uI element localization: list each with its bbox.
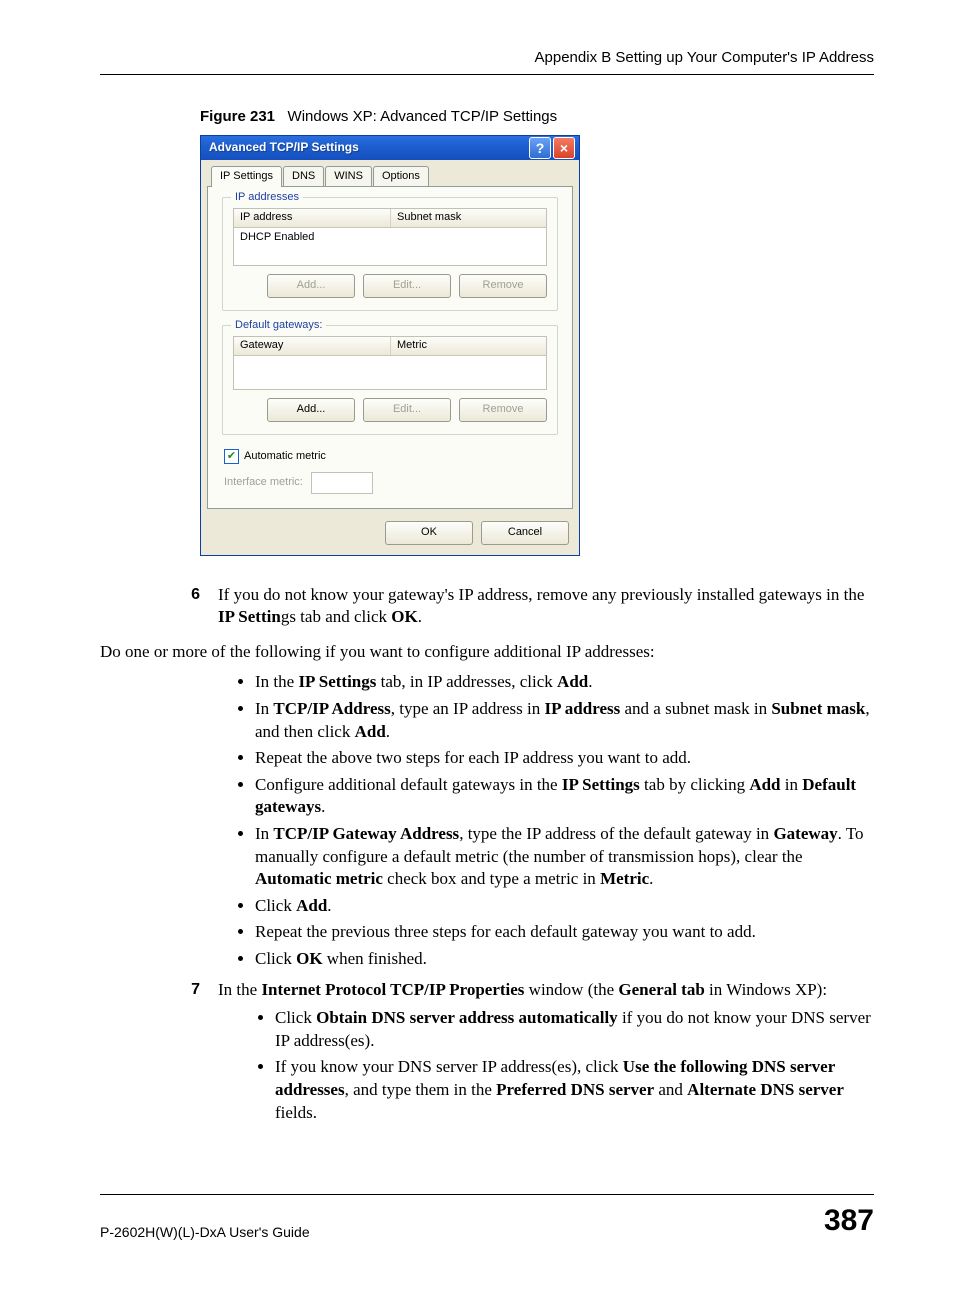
- ip-listbox[interactable]: IP address Subnet mask DHCP Enabled: [233, 208, 547, 266]
- footer-page-number: 387: [824, 1201, 874, 1241]
- tab-options[interactable]: Options: [373, 166, 429, 186]
- col-metric[interactable]: Metric: [391, 338, 546, 353]
- list-item: In TCP/IP Gateway Address, type the IP a…: [255, 823, 874, 891]
- col-ip-address[interactable]: IP address: [234, 209, 391, 227]
- figure-caption: Figure 231 Windows XP: Advanced TCP/IP S…: [200, 107, 874, 127]
- list-item: If you know your DNS server IP address(e…: [275, 1056, 874, 1124]
- ip-add-button[interactable]: Add...: [267, 274, 355, 298]
- bullet-list-2: Click Obtain DNS server address automati…: [100, 1007, 874, 1124]
- dialog-titlebar[interactable]: Advanced TCP/IP Settings ? ×: [201, 136, 579, 160]
- list-item: Click Obtain DNS server address automati…: [275, 1007, 874, 1052]
- page-footer: P-2602H(W)(L)-DxA User's Guide 387: [100, 1194, 874, 1241]
- gw-edit-button[interactable]: Edit...: [363, 398, 451, 422]
- list-item: Repeat the above two steps for each IP a…: [255, 747, 874, 770]
- help-icon[interactable]: ?: [529, 137, 551, 159]
- ip-edit-button[interactable]: Edit...: [363, 274, 451, 298]
- group-legend-ip: IP addresses: [231, 190, 303, 205]
- figure-number: Figure 231: [200, 108, 275, 125]
- group-ip-addresses: IP addresses IP address Subnet mask DHCP…: [222, 197, 558, 311]
- gw-add-button[interactable]: Add...: [267, 398, 355, 422]
- list-item: Repeat the previous three steps for each…: [255, 921, 874, 944]
- bullet-list-1: In the IP Settings tab, in IP addresses,…: [100, 671, 874, 970]
- step-number-6: 6: [100, 584, 218, 629]
- tab-ip-settings[interactable]: IP Settings: [211, 166, 282, 187]
- ip-remove-button[interactable]: Remove: [459, 274, 547, 298]
- dialog-footer: OK Cancel: [201, 515, 579, 555]
- col-gateway[interactable]: Gateway: [234, 337, 391, 355]
- footer-guide-name: P-2602H(W)(L)-DxA User's Guide: [100, 1223, 310, 1242]
- interface-metric-input[interactable]: [311, 472, 373, 494]
- col-subnet-mask[interactable]: Subnet mask: [391, 210, 546, 225]
- cancel-button[interactable]: Cancel: [481, 521, 569, 545]
- group-legend-gw: Default gateways:: [231, 318, 326, 333]
- close-icon[interactable]: ×: [553, 137, 575, 159]
- gw-remove-button[interactable]: Remove: [459, 398, 547, 422]
- group-default-gateways: Default gateways: Gateway Metric Add... …: [222, 325, 558, 435]
- automatic-metric-row: ✔ Automatic metric: [224, 449, 556, 464]
- interface-metric-row: Interface metric:: [224, 472, 558, 494]
- tab-dns[interactable]: DNS: [283, 166, 324, 186]
- intro-paragraph: Do one or more of the following if you w…: [100, 641, 874, 664]
- step-number-7: 7: [100, 979, 218, 1002]
- ip-list-row[interactable]: DHCP Enabled: [234, 228, 546, 247]
- step-6-text: If you do not know your gateway's IP add…: [218, 584, 874, 629]
- automatic-metric-label: Automatic metric: [244, 449, 326, 464]
- interface-metric-label: Interface metric:: [224, 475, 303, 490]
- list-item: Click OK when finished.: [255, 948, 874, 971]
- tab-wins[interactable]: WINS: [325, 166, 372, 186]
- ip-list-header: IP address Subnet mask: [234, 209, 546, 228]
- tabstrip: IP Settings DNS WINS Options: [201, 160, 579, 186]
- list-item: In TCP/IP Address, type an IP address in…: [255, 698, 874, 743]
- gw-listbox[interactable]: Gateway Metric: [233, 336, 547, 390]
- running-header: Appendix B Setting up Your Computer's IP…: [100, 48, 874, 75]
- list-item: In the IP Settings tab, in IP addresses,…: [255, 671, 874, 694]
- list-item: Configure additional default gateways in…: [255, 774, 874, 819]
- ok-button[interactable]: OK: [385, 521, 473, 545]
- tab-panel: IP addresses IP address Subnet mask DHCP…: [207, 186, 573, 509]
- automatic-metric-checkbox[interactable]: ✔: [224, 449, 239, 464]
- figure-title: Windows XP: Advanced TCP/IP Settings: [288, 108, 558, 125]
- step-7-text: In the Internet Protocol TCP/IP Properti…: [218, 979, 874, 1002]
- list-item: Click Add.: [255, 895, 874, 918]
- dialog-title: Advanced TCP/IP Settings: [209, 140, 527, 156]
- dialog-advanced-tcpip: Advanced TCP/IP Settings ? × IP Settings…: [200, 135, 580, 556]
- gw-list-header: Gateway Metric: [234, 337, 546, 356]
